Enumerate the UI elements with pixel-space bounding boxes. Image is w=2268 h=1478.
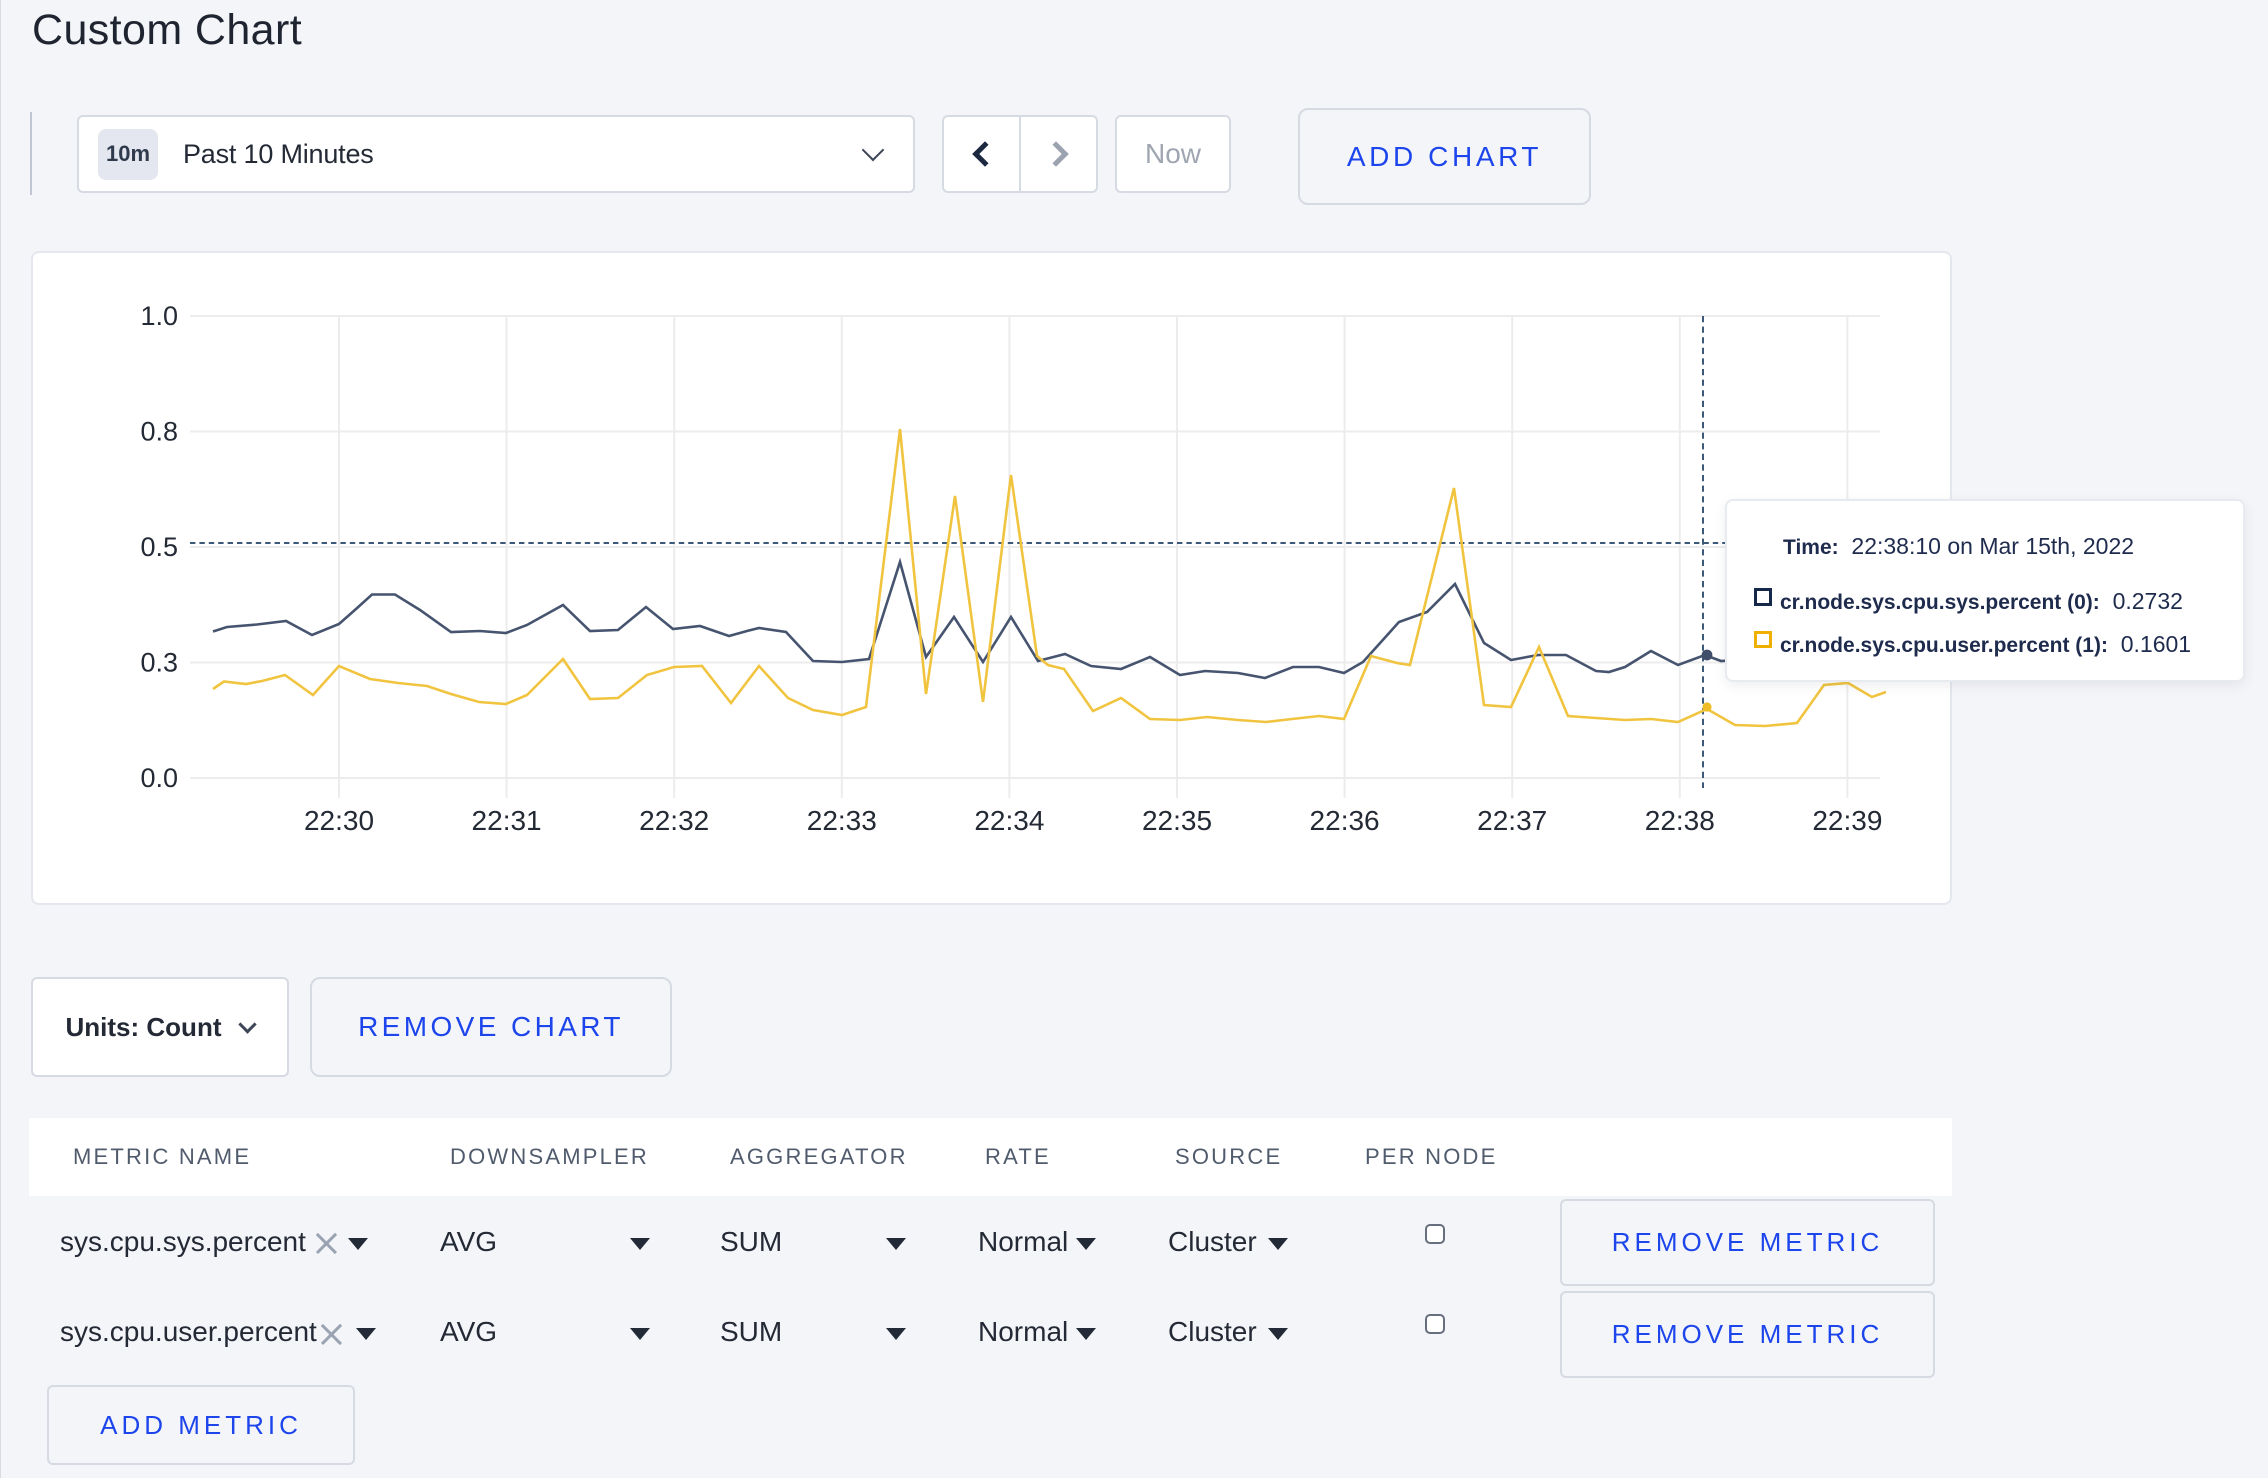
- svg-text:22:37: 22:37: [1477, 805, 1547, 836]
- svg-text:1.0: 1.0: [140, 301, 178, 331]
- svg-text:22:34: 22:34: [974, 805, 1044, 836]
- svg-text:22:33: 22:33: [807, 805, 877, 836]
- svg-text:0.8: 0.8: [140, 417, 178, 447]
- svg-text:0.5: 0.5: [140, 532, 178, 562]
- svg-text:22:32: 22:32: [639, 805, 709, 836]
- svg-text:22:38: 22:38: [1645, 805, 1715, 836]
- svg-text:22:39: 22:39: [1812, 805, 1882, 836]
- svg-text:22:36: 22:36: [1310, 805, 1380, 836]
- svg-text:0.3: 0.3: [140, 648, 178, 678]
- svg-text:22:30: 22:30: [304, 805, 374, 836]
- svg-text:22:31: 22:31: [472, 805, 542, 836]
- svg-text:0.0: 0.0: [140, 763, 178, 793]
- svg-text:22:35: 22:35: [1142, 805, 1212, 836]
